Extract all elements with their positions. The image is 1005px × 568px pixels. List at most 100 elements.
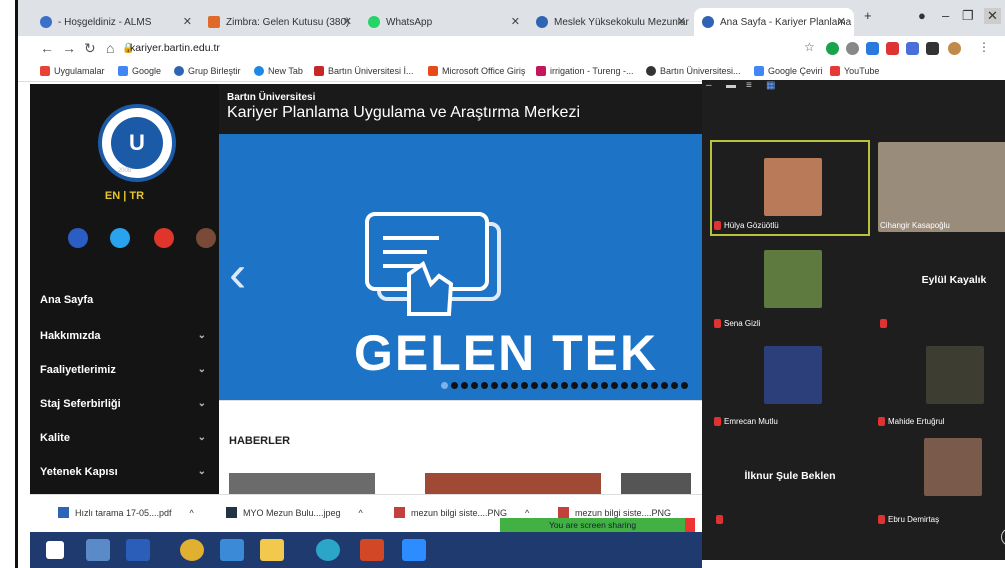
whatsapp-icon: [368, 16, 380, 28]
bookmark-item[interactable]: Uygulamalar: [40, 66, 105, 76]
forward-icon[interactable]: →: [62, 40, 76, 56]
news-thumbnail[interactable]: [621, 473, 691, 495]
download-item[interactable]: Hızlı tarama 17-05....pdf ^: [58, 507, 194, 518]
instagram-icon[interactable]: [196, 228, 216, 248]
close-icon[interactable]: ✕: [677, 15, 686, 28]
bookmark-item[interactable]: Google Çeviri: [754, 66, 823, 76]
menu-item-staj[interactable]: Staj Seferbirliği ⌄: [40, 398, 210, 410]
menu-dots-icon[interactable]: ⋮: [978, 40, 990, 54]
back-icon[interactable]: ←: [40, 40, 54, 56]
star-icon[interactable]: ☆: [804, 40, 815, 54]
bookmark-item[interactable]: YouTube: [830, 66, 879, 76]
bookmark-item[interactable]: Grup Birleştir: [174, 66, 241, 76]
bookmark-item[interactable]: Bartın Üniversitesi...: [646, 66, 741, 76]
gallery-view-icon[interactable]: ▦: [766, 80, 775, 91]
participant-tile[interactable]: Sena Gizli: [710, 238, 870, 334]
tab-zimbra[interactable]: Zimbra: Gelen Kutusu (380) ✕: [200, 8, 360, 36]
account-icon[interactable]: ●: [918, 8, 926, 23]
close-icon[interactable]: ✕: [837, 15, 846, 28]
url-field[interactable]: kariyer.bartin.edu.tr: [130, 42, 220, 54]
tab-whatsapp[interactable]: WhatsApp ✕: [360, 8, 528, 36]
extension-icon[interactable]: [846, 42, 859, 55]
minimize-button[interactable]: –: [942, 8, 949, 23]
chevron-up-icon[interactable]: ^: [525, 508, 529, 518]
download-item[interactable]: mezun bilgi siste....PNG ^: [394, 507, 529, 518]
list-view-icon[interactable]: ≡: [746, 80, 752, 91]
carousel-dots[interactable]: [441, 382, 688, 389]
pdf-file-icon: [58, 507, 69, 518]
screen-sharing-banner[interactable]: You are screen sharing: [500, 518, 695, 532]
news-thumbnail[interactable]: [229, 473, 375, 495]
windows-start-icon[interactable]: [46, 541, 64, 559]
bookmark-label: Bartın Üniversitesi...: [660, 66, 741, 76]
twitter-icon[interactable]: [110, 228, 130, 248]
participant-tile[interactable]: Hülya Gözüötlü: [710, 140, 870, 236]
tab-kariyer-active[interactable]: Ana Sayfa - Kariyer Planlama ✕: [694, 8, 854, 36]
profile-avatar[interactable]: [948, 42, 961, 55]
language-switch[interactable]: EN | TR: [30, 190, 219, 202]
file-explorer-icon[interactable]: [260, 539, 284, 561]
site-favicon-icon: [646, 66, 656, 76]
sharing-label: You are screen sharing: [548, 520, 637, 530]
muted-mic-icon: [880, 319, 887, 328]
bookmark-item[interactable]: Google: [118, 66, 161, 76]
participant-tile[interactable]: Mahide Ertuğrul: [874, 336, 1005, 432]
menu-label: Kalite: [40, 432, 70, 444]
extensions-puzzle-icon[interactable]: [926, 42, 939, 55]
bookmark-item[interactable]: Microsoft Office Giriş: [428, 66, 525, 76]
chevron-up-icon[interactable]: ^: [190, 508, 194, 518]
participant-tile[interactable]: Eylül Kayalık: [874, 238, 1005, 334]
tab-title: - Hoşgeldiniz - ALMS: [58, 16, 152, 28]
participant-tile[interactable]: Cihangir Kasapoğlu: [874, 140, 1005, 236]
menu-item-yetenek[interactable]: Yetenek Kapısı ⌄: [40, 466, 210, 478]
bookmark-item[interactable]: New Tab: [254, 66, 303, 76]
download-name: mezun bilgi siste....PNG: [575, 507, 672, 518]
window-close-button[interactable]: ✕: [984, 8, 1001, 24]
close-icon[interactable]: ✕: [511, 15, 520, 28]
zoom-icon[interactable]: [402, 539, 426, 561]
reload-icon[interactable]: ↻: [84, 40, 96, 57]
menu-item-faaliyetlerimiz[interactable]: Faaliyetlerimiz ⌄: [40, 364, 210, 376]
photos-icon[interactable]: [86, 539, 110, 561]
minimize-icon[interactable]: –: [706, 80, 712, 91]
collapse-icon[interactable]: ▬: [726, 80, 736, 91]
tab-title: WhatsApp: [386, 16, 433, 28]
word-icon[interactable]: [126, 539, 150, 561]
bookmark-item[interactable]: Bartın Üniversitesi İ...: [314, 66, 414, 76]
menu-item-hakkimizda[interactable]: Hakkımızda ⌄: [40, 330, 210, 342]
maximize-button[interactable]: ❐: [962, 8, 974, 24]
carousel-prev-icon[interactable]: ‹: [229, 244, 246, 304]
tab-title: Meslek Yüksekokulu Mezunlar: [554, 16, 689, 28]
tab-myo[interactable]: Meslek Yüksekokulu Mezunlar ✕: [528, 8, 694, 36]
download-item[interactable]: mezun bilgi siste....PNG: [558, 507, 671, 518]
chrome-icon[interactable]: [180, 539, 204, 561]
new-tab-button[interactable]: +: [864, 8, 872, 23]
menu-label: Ana Sayfa: [40, 294, 94, 306]
menu-item-kalite[interactable]: Kalite ⌄: [40, 432, 210, 444]
menu-item-ana-sayfa[interactable]: Ana Sayfa: [40, 294, 210, 306]
extension-icon[interactable]: [826, 42, 839, 55]
next-page-icon[interactable]: ›: [1001, 528, 1005, 546]
download-item[interactable]: MYO Mezun Bulu....jpeg ^: [226, 507, 363, 518]
facebook-icon[interactable]: [68, 228, 88, 248]
image-file-icon: [558, 507, 569, 518]
home-icon[interactable]: ⌂: [106, 40, 114, 56]
tab-alms[interactable]: - Hoşgeldiniz - ALMS ✕: [32, 8, 200, 36]
stop-share-button[interactable]: [685, 518, 695, 532]
powerpoint-icon[interactable]: [360, 539, 384, 561]
edge-legacy-icon[interactable]: [220, 539, 244, 561]
edge-icon[interactable]: [316, 539, 340, 561]
news-thumbnail[interactable]: [425, 473, 601, 495]
bookmark-item[interactable]: irrigation - Tureng -...: [536, 66, 634, 76]
close-icon[interactable]: ✕: [343, 15, 352, 28]
participant-video: [764, 158, 822, 216]
extension-icon[interactable]: [886, 42, 899, 55]
participant-tile[interactable]: İlknur Şule Beklen: [710, 434, 870, 530]
participant-tile[interactable]: Emrecan Mutlu: [710, 336, 870, 432]
chevron-up-icon[interactable]: ^: [359, 508, 363, 518]
close-icon[interactable]: ✕: [183, 15, 192, 28]
extension-icon[interactable]: [866, 42, 879, 55]
participant-tile[interactable]: Ebru Demirtaş: [874, 434, 1005, 530]
extension-icon[interactable]: [906, 42, 919, 55]
youtube-icon[interactable]: [154, 228, 174, 248]
